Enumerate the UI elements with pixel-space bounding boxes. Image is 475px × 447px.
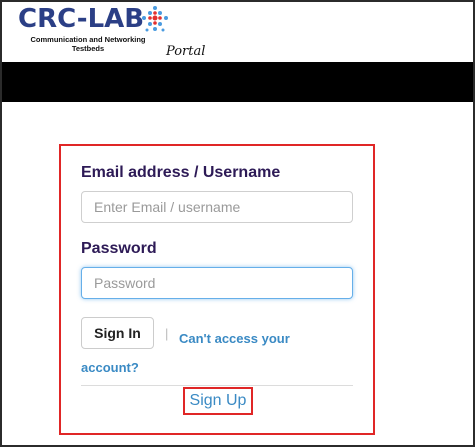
navigation-bar	[2, 62, 473, 102]
cant-access-account-link[interactable]: Can't access your account?	[81, 324, 341, 382]
email-label: Email address / Username	[81, 164, 281, 181]
email-username-input[interactable]	[81, 191, 353, 223]
portal-window: CRC-LAB Communication and Networking Tes…	[0, 0, 475, 447]
portal-label: Portal	[166, 44, 206, 59]
logo-text: CRC-LAB	[18, 4, 145, 34]
password-input[interactable]	[81, 267, 353, 299]
sign-up-link[interactable]: Sign Up	[183, 387, 253, 415]
divider	[81, 385, 353, 386]
network-logo-icon	[142, 6, 168, 32]
logo-subtitle: Communication and Networking Testbeds	[30, 35, 146, 53]
header: CRC-LAB Communication and Networking Tes…	[2, 2, 473, 62]
password-label: Password	[81, 240, 157, 257]
login-form: Email address / Username Password Sign I…	[59, 144, 375, 435]
